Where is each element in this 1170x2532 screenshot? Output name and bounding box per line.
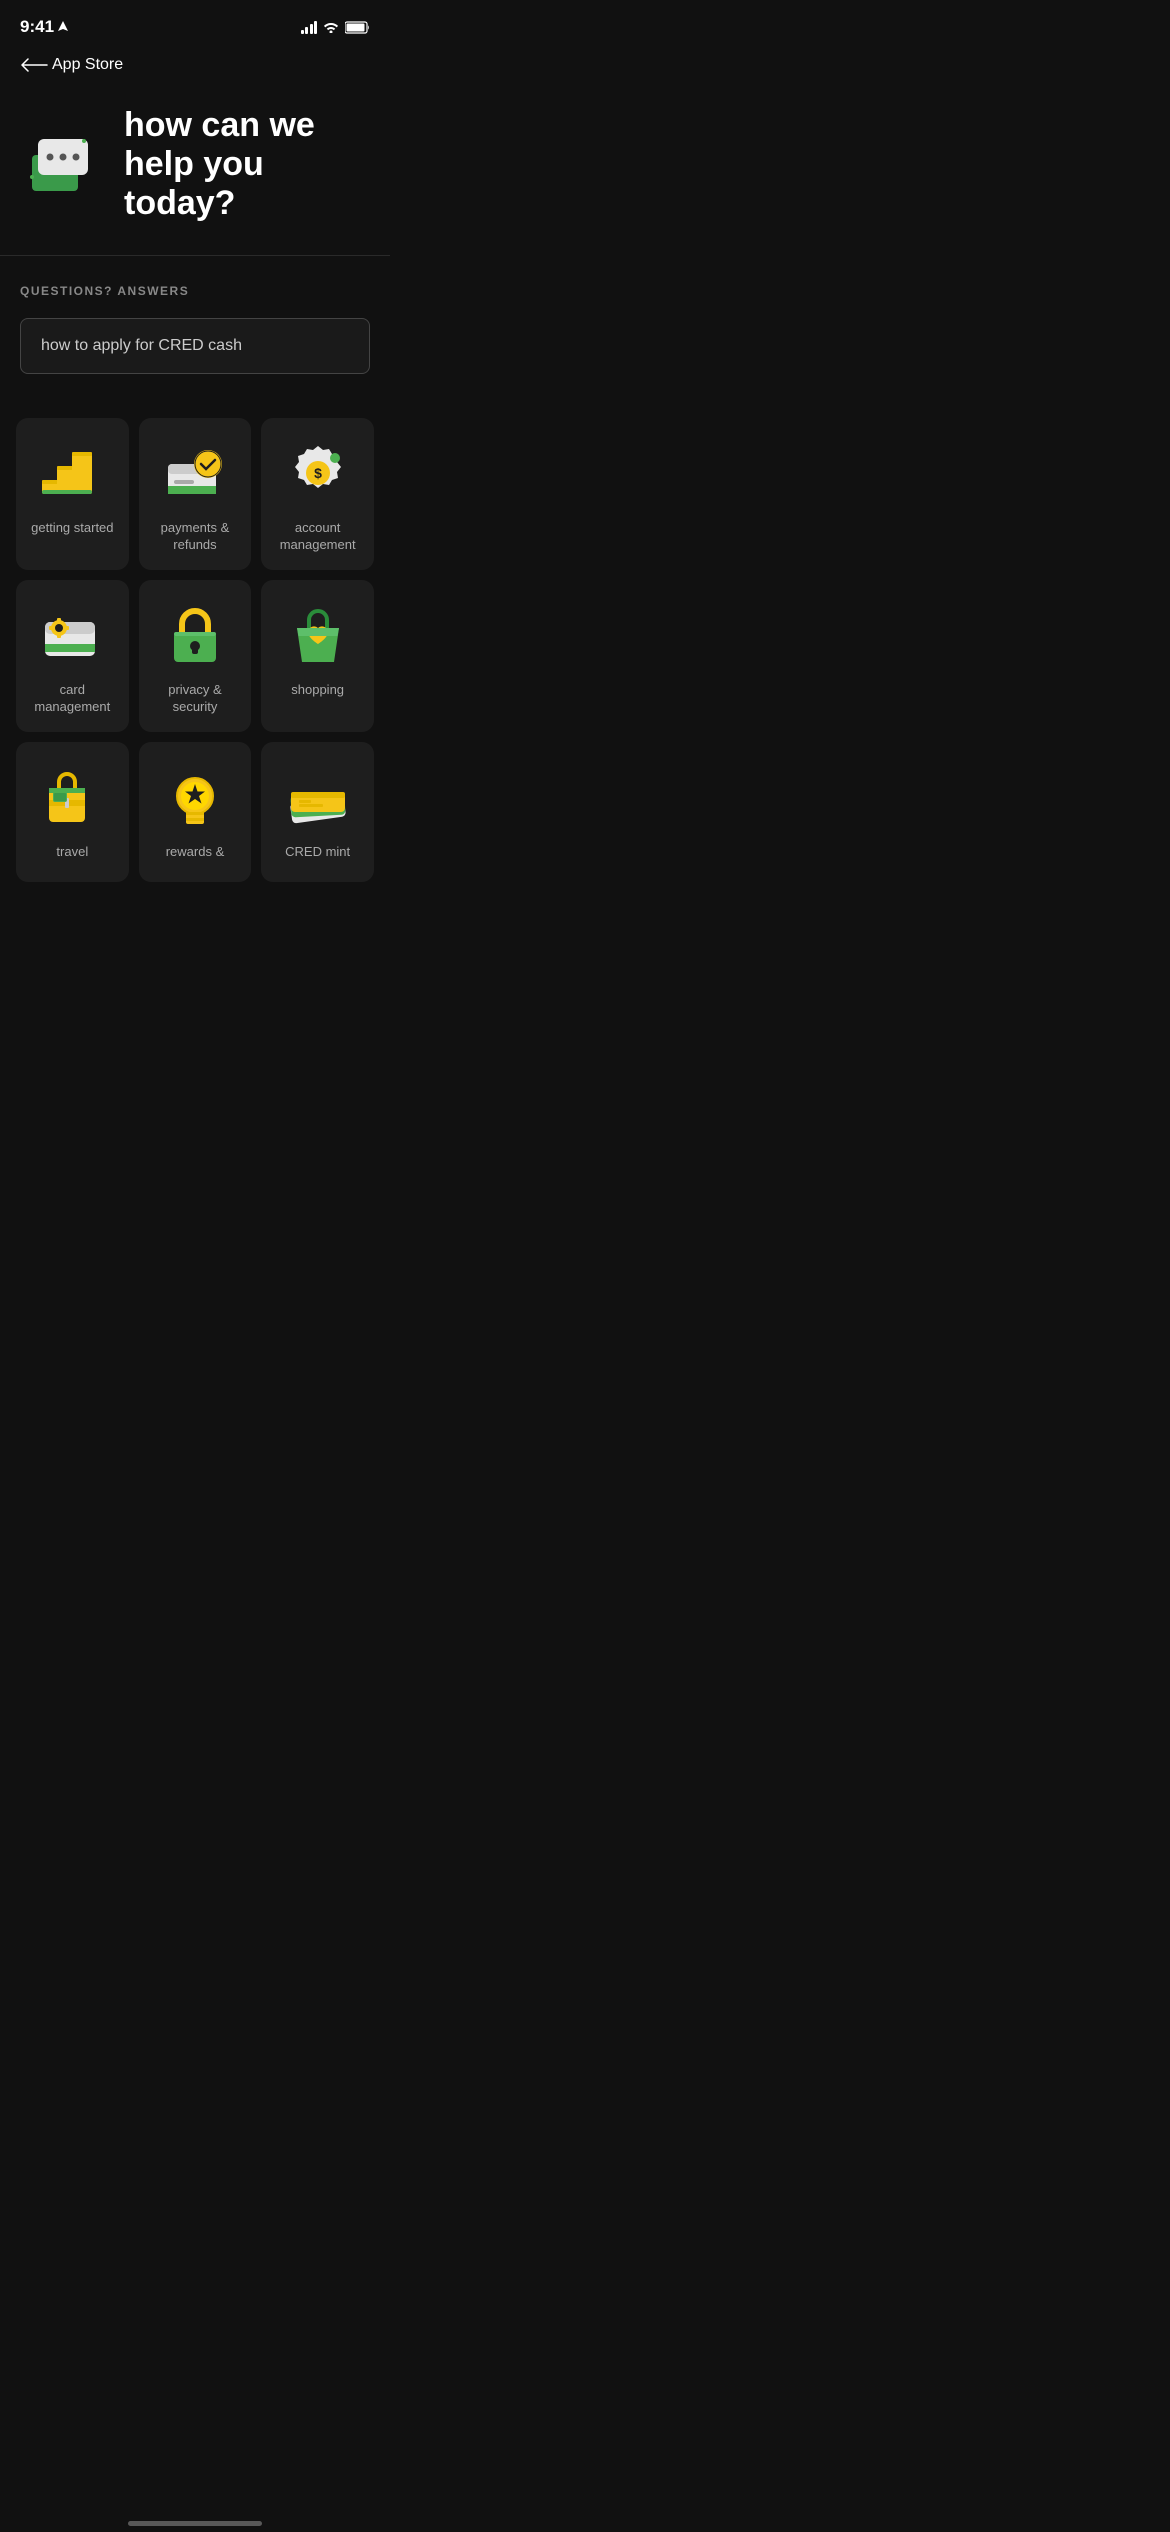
category-label-account-management: account management	[271, 520, 364, 554]
lock-icon	[160, 600, 230, 670]
status-time: 9:41	[20, 17, 68, 37]
category-card-payments-refunds[interactable]: payments & refunds	[139, 418, 252, 570]
account-badge-icon: $	[283, 438, 353, 508]
category-card-account-management[interactable]: $ account management	[261, 418, 374, 570]
search-placeholder-text: how to apply for CRED cash	[41, 337, 242, 354]
category-label-privacy-security: privacy & security	[149, 682, 242, 716]
nav-bar: App Store	[0, 48, 390, 90]
wifi-icon	[323, 21, 339, 33]
category-card-getting-started[interactable]: getting started	[16, 418, 129, 570]
svg-text:$: $	[314, 465, 322, 481]
category-label-shopping: shopping	[291, 682, 344, 699]
category-label-card-management: card management	[26, 682, 119, 716]
questions-section: QUESTIONS? ANSWERS how to apply for CRED…	[0, 256, 390, 394]
signal-bars-icon	[301, 21, 318, 34]
status-bar: 9:41	[0, 0, 390, 48]
steps-icon	[37, 438, 107, 508]
category-label-rewards: rewards &	[166, 844, 225, 861]
shopping-bag-icon	[283, 600, 353, 670]
category-card-privacy-security[interactable]: privacy & security	[139, 580, 252, 732]
home-indicator-bar	[128, 2521, 262, 2526]
section-label: QUESTIONS? ANSWERS	[20, 284, 370, 298]
status-icons	[301, 21, 371, 34]
rewards-icon	[160, 762, 230, 832]
category-card-travel[interactable]: travel	[16, 742, 129, 882]
search-box[interactable]: how to apply for CRED cash	[20, 318, 370, 374]
category-card-shopping[interactable]: shopping	[261, 580, 374, 732]
category-label-cred-mint: CRED mint	[285, 844, 350, 861]
help-chat-icon	[24, 125, 104, 205]
card-gear-icon	[37, 600, 107, 670]
category-label-getting-started: getting started	[31, 520, 113, 537]
travel-icon	[37, 762, 107, 832]
category-card-cred-mint[interactable]: CRED mint	[261, 742, 374, 882]
category-label-travel: travel	[56, 844, 88, 861]
home-indicator	[0, 2513, 390, 2532]
payment-check-icon	[160, 438, 230, 508]
location-icon	[58, 21, 68, 33]
category-card-card-management[interactable]: card management	[16, 580, 129, 732]
back-arrow-icon	[20, 58, 48, 72]
hero-title: how can we help you today?	[124, 106, 366, 223]
category-label-payments-refunds: payments & refunds	[149, 520, 242, 554]
battery-icon	[345, 21, 370, 34]
category-card-rewards[interactable]: rewards &	[139, 742, 252, 882]
cred-mint-icon	[283, 762, 353, 832]
back-button[interactable]	[20, 58, 48, 72]
categories-grid: getting started payments & refunds	[0, 394, 390, 906]
app-store-label: App Store	[52, 56, 123, 74]
hero-section: how can we help you today?	[0, 90, 390, 255]
